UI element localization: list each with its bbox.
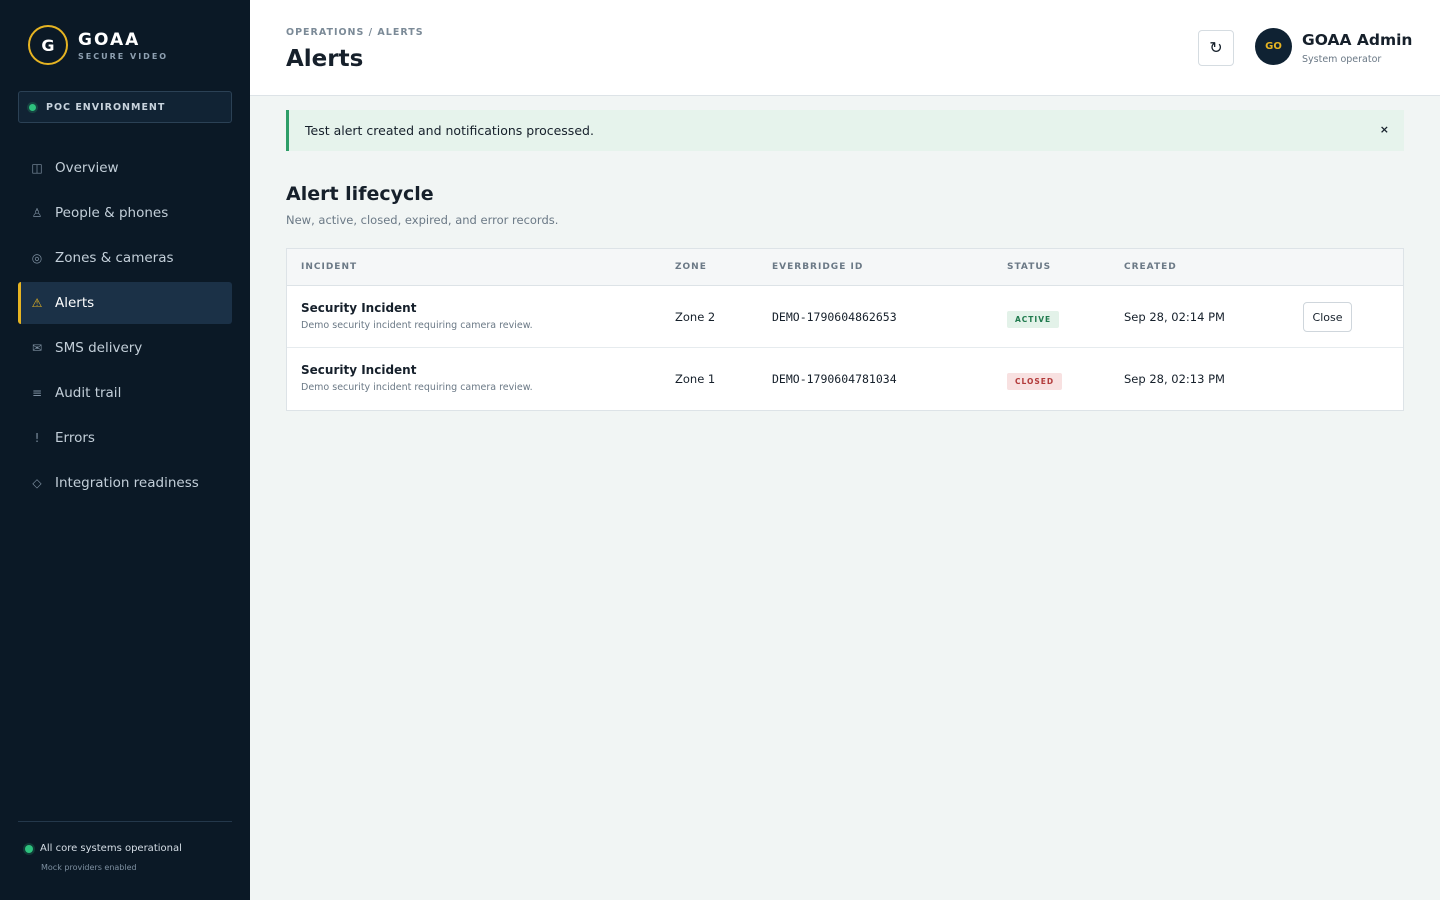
environment-status-dot — [29, 103, 36, 111]
system-status: All core systems operational Mock provid… — [25, 843, 182, 872]
sidebar-item-label: Zones & cameras — [55, 250, 174, 266]
page-header: OPERATIONS / ALERTS Alerts ↻ GO GOAA Adm… — [250, 0, 1440, 96]
brand-logo: G — [28, 25, 68, 65]
sidebar-item-zones-cameras[interactable]: ◎ Zones & cameras — [18, 237, 232, 279]
incident-cell: Security Incident Demo security incident… — [301, 363, 533, 393]
exclamation-icon: ! — [34, 431, 40, 445]
alerts-table: INCIDENT ZONE EVERBRIDGE ID STATUS CREAT… — [286, 248, 1404, 411]
table-row[interactable]: Security Incident Demo security incident… — [287, 348, 1403, 410]
table-row[interactable]: Security Incident Demo security incident… — [287, 286, 1403, 348]
system-status-dot — [25, 844, 33, 853]
sidebar-divider — [18, 821, 232, 822]
incident-cell: Security Incident Demo security incident… — [301, 301, 533, 331]
everbridge-id-cell: DEMO-1790604862653 — [772, 310, 897, 324]
status-cell: ACTIVE — [1007, 307, 1060, 328]
environment-badge: POC ENVIRONMENT — [18, 91, 232, 123]
status-badge: CLOSED — [1007, 373, 1063, 390]
brand-subtitle: SECURE VIDEO — [78, 51, 169, 61]
sidebar-item-alerts[interactable]: ⚠ Alerts — [18, 282, 232, 324]
created-cell: Sep 28, 02:14 PM — [1124, 310, 1225, 324]
sidebar-item-integration-readiness[interactable]: ◇ Integration readiness — [18, 462, 232, 504]
everbridge-id-cell: DEMO-1790604781034 — [772, 372, 897, 386]
close-alert-button[interactable]: Close — [1303, 302, 1352, 332]
sidebar-item-overview[interactable]: ◫ Overview — [18, 147, 232, 189]
column-header-created: CREATED — [1124, 262, 1177, 272]
column-header-everbridge-id: EVERBRIDGE ID — [772, 262, 864, 272]
envelope-icon: ✉ — [31, 341, 43, 355]
incident-description: Demo security incident requiring camera … — [301, 320, 533, 331]
warning-icon: ⚠ — [31, 296, 43, 310]
sidebar-item-label: Integration readiness — [55, 475, 199, 491]
column-header-incident: INCIDENT — [301, 262, 358, 272]
brand-name: GOAA — [78, 29, 141, 50]
user-name: GOAA Admin — [1302, 31, 1413, 49]
success-banner: Test alert created and notifications pro… — [286, 110, 1404, 151]
system-status-subtext: Mock providers enabled — [41, 863, 137, 872]
sidebar-item-label: Alerts — [55, 295, 95, 311]
system-status-text: All core systems operational — [40, 843, 182, 854]
sidebar-item-label: Overview — [55, 160, 119, 176]
status-cell: CLOSED — [1007, 369, 1063, 390]
diamond-icon: ◇ — [32, 476, 42, 490]
user-role: System operator — [1302, 54, 1382, 65]
column-header-status: STATUS — [1007, 262, 1052, 272]
sidebar-item-audit-trail[interactable]: ≡ Audit trail — [18, 372, 232, 414]
created-cell: Sep 28, 02:13 PM — [1124, 372, 1225, 386]
refresh-button[interactable]: ↻ — [1198, 30, 1234, 66]
zone-cell: Zone 2 — [675, 310, 716, 324]
list-icon: ≡ — [31, 386, 43, 400]
overview-icon: ◫ — [31, 161, 43, 175]
environment-label: POC ENVIRONMENT — [46, 101, 166, 113]
refresh-icon: ↻ — [1209, 40, 1223, 57]
banner-message: Test alert created and notifications pro… — [305, 123, 594, 138]
breadcrumb: OPERATIONS / ALERTS — [286, 27, 424, 38]
sidebar-item-label: Audit trail — [55, 385, 122, 401]
sidebar-item-errors[interactable]: ! Errors — [18, 417, 232, 459]
sidebar: G GOAA SECURE VIDEO POC ENVIRONMENT ◫ Ov… — [0, 0, 250, 900]
action-cell: Close — [1303, 302, 1352, 332]
avatar[interactable]: GO — [1255, 28, 1292, 65]
sidebar-item-label: SMS delivery — [55, 340, 143, 356]
section-title: Alert lifecycle — [286, 183, 434, 205]
sidebar-nav: ◫ Overview ♙ People & phones ◎ Zones & c… — [18, 147, 232, 507]
incident-description: Demo security incident requiring camera … — [301, 382, 533, 393]
page-title: Alerts — [286, 46, 364, 72]
sidebar-item-people-phones[interactable]: ♙ People & phones — [18, 192, 232, 234]
zone-cell: Zone 1 — [675, 372, 716, 386]
status-badge: ACTIVE — [1007, 311, 1060, 328]
sidebar-item-label: People & phones — [55, 205, 169, 221]
person-icon: ♙ — [31, 206, 43, 220]
brand[interactable]: G GOAA SECURE VIDEO — [28, 25, 168, 65]
sidebar-item-sms-delivery[interactable]: ✉ SMS delivery — [18, 327, 232, 369]
incident-title: Security Incident — [301, 363, 417, 377]
close-icon[interactable]: × — [1380, 123, 1389, 136]
section-subtitle: New, active, closed, expired, and error … — [286, 213, 559, 227]
camera-icon: ◎ — [31, 251, 43, 265]
table-header: INCIDENT ZONE EVERBRIDGE ID STATUS CREAT… — [287, 249, 1403, 286]
sidebar-item-label: Errors — [55, 430, 95, 446]
column-header-zone: ZONE — [675, 262, 707, 272]
incident-title: Security Incident — [301, 301, 417, 315]
